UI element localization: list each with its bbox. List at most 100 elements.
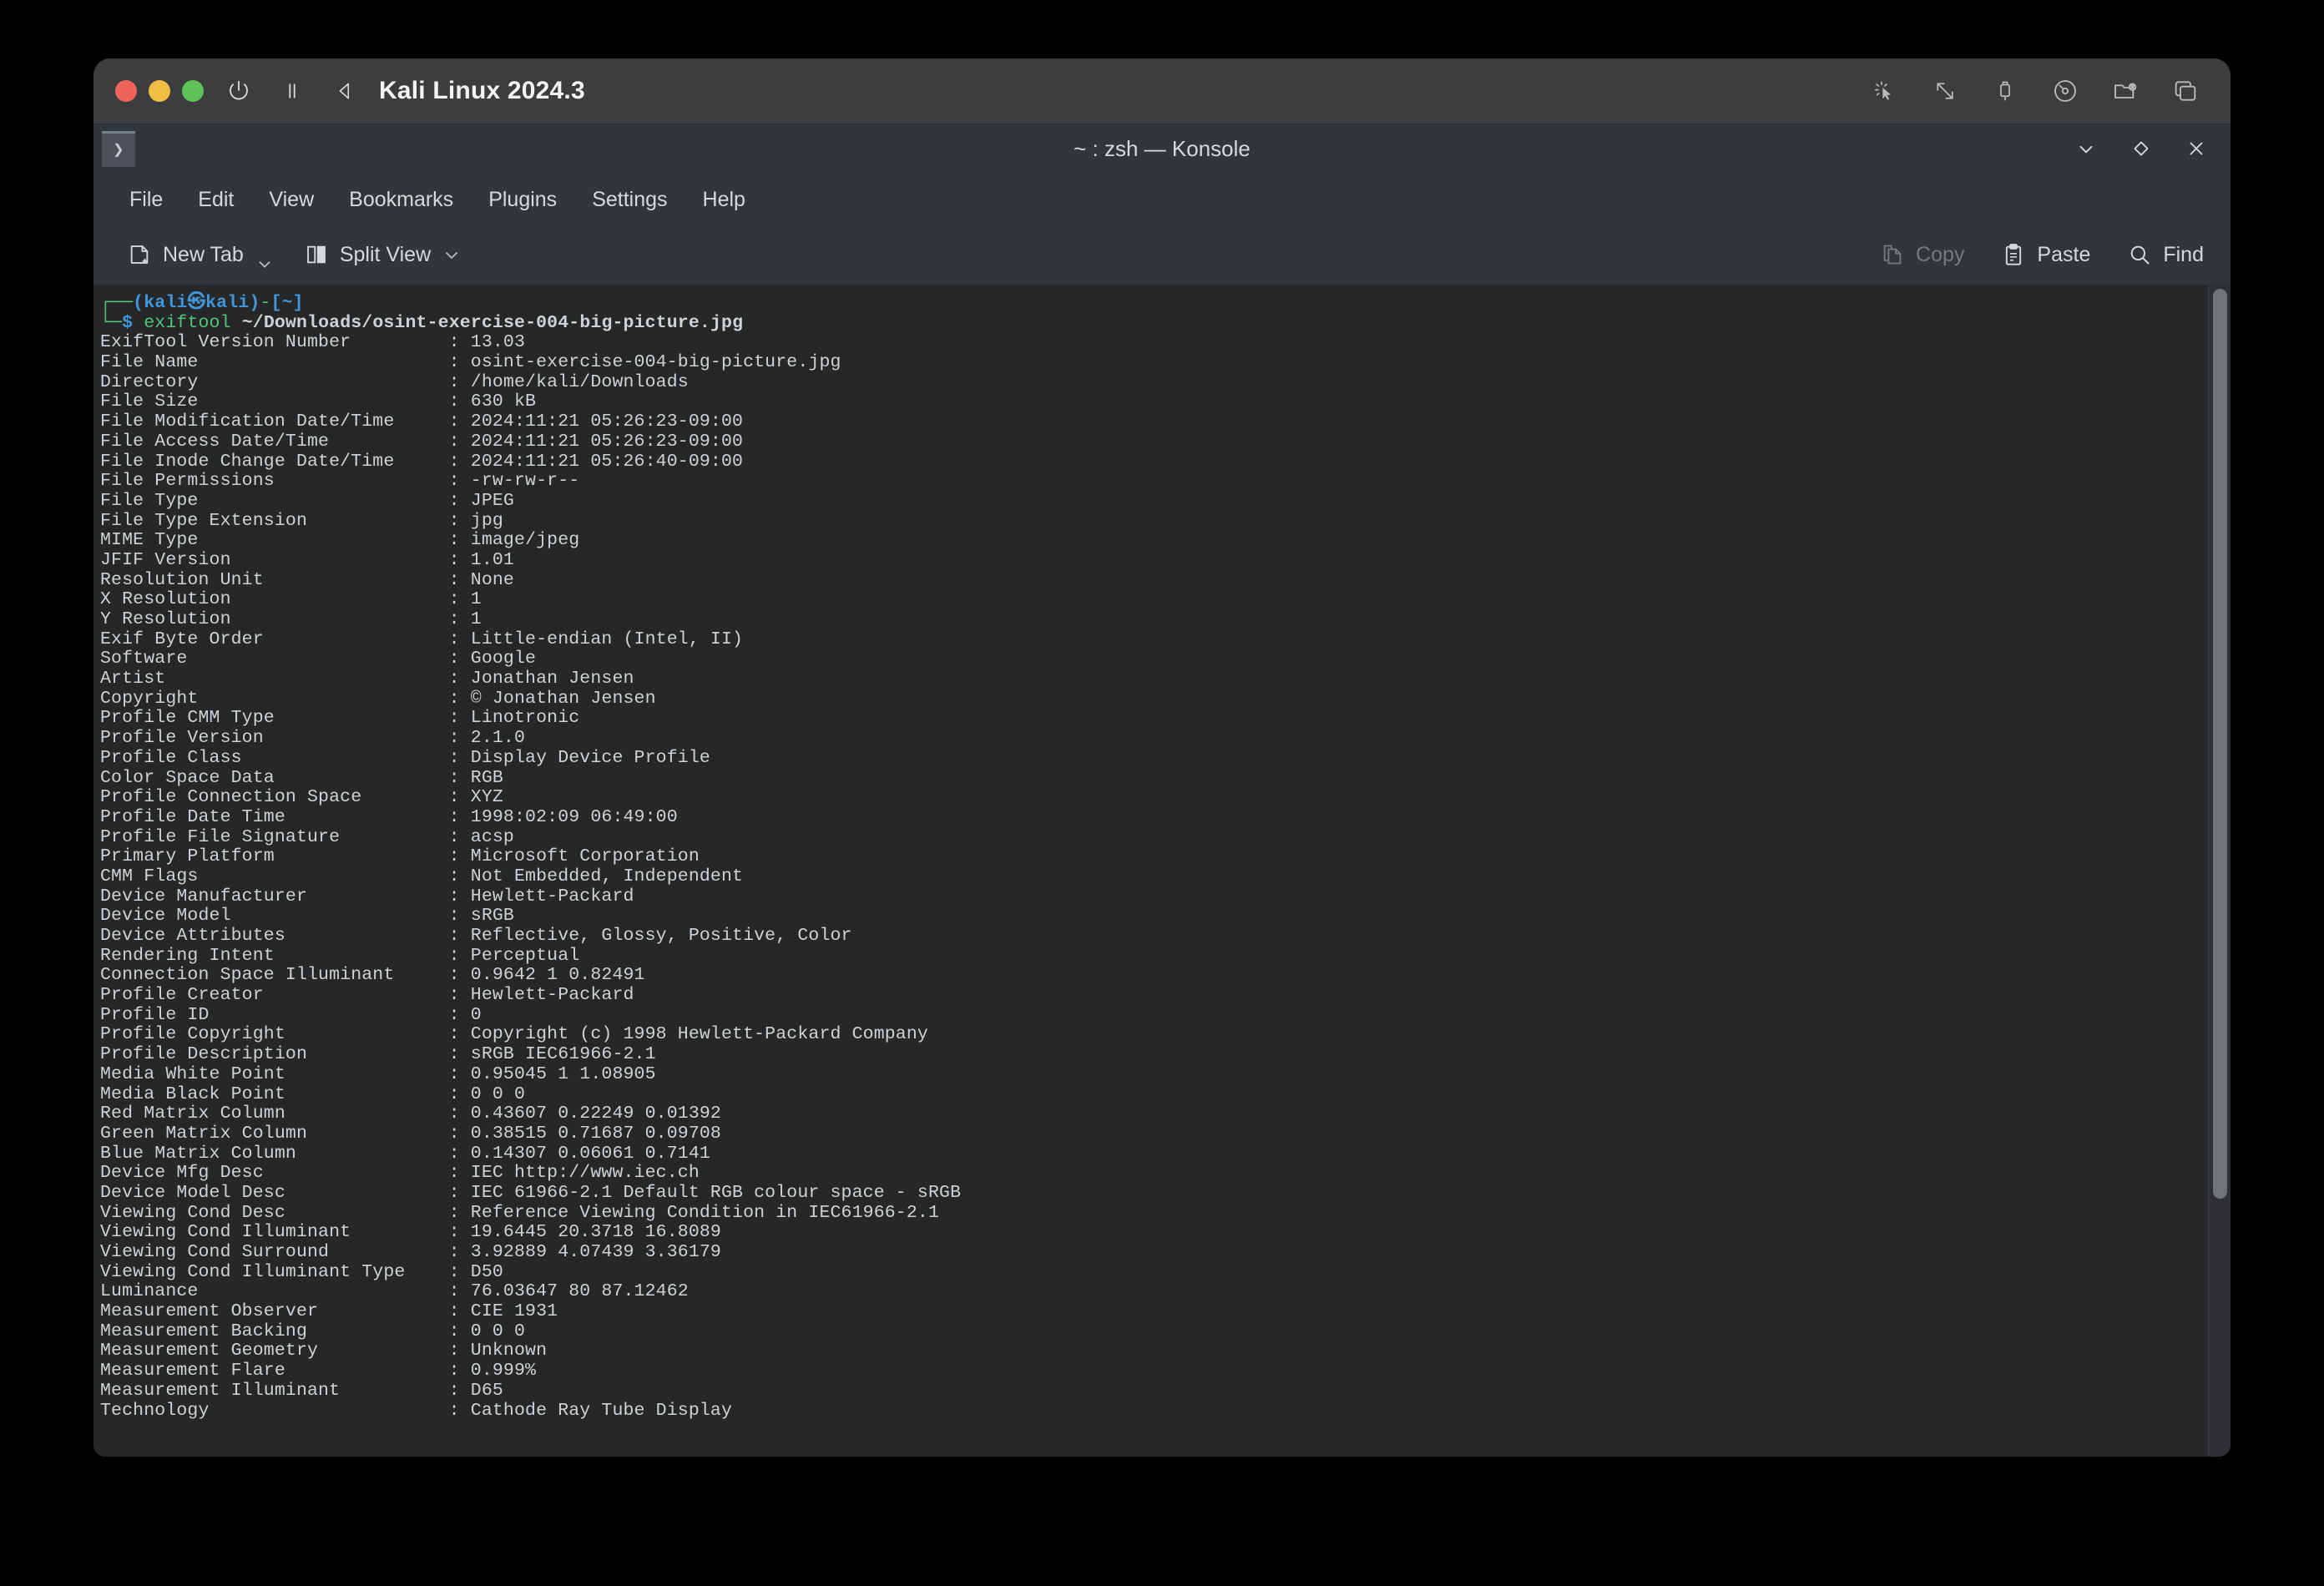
output-line: Y Resolution : 1 xyxy=(100,609,482,629)
output-line: File Type : JPEG xyxy=(100,490,514,511)
output-line: Measurement Flare : 0.999% xyxy=(100,1361,537,1381)
output-line: Device Attributes : Reflective, Glossy, … xyxy=(100,926,852,946)
find-button[interactable]: Find xyxy=(2119,236,2212,273)
vm-title: Kali Linux 2024.3 xyxy=(379,77,585,104)
split-view-dropdown-caret[interactable] xyxy=(439,242,464,267)
vm-maximize-button[interactable] xyxy=(182,80,204,102)
resize-diagonal-icon[interactable] xyxy=(1928,74,1962,108)
output-line: File Access Date/Time : 2024:11:21 05:26… xyxy=(100,431,744,452)
output-line: ExifTool Version Number : 13.03 xyxy=(100,332,526,353)
output-line: Measurement Illuminant : D65 xyxy=(100,1380,503,1401)
terminal-scrollbar-thumb[interactable] xyxy=(2213,289,2227,1199)
output-line: Device Model Desc : IEC 61966-2.1 Defaul… xyxy=(100,1182,962,1203)
shared-folder-icon[interactable] xyxy=(2109,74,2142,108)
windows-stack-icon[interactable] xyxy=(2169,74,2202,108)
prompt-line-1: ┌──(kali㉿kali)-[~] xyxy=(100,293,304,313)
output-line: Profile CMM Type : Linotronic xyxy=(100,708,580,729)
konsole-titlebar: ❯ ~ : zsh — Konsole xyxy=(93,124,2231,174)
terminal-area[interactable]: ┌──(kali㉿kali)-[~] └─$ exiftool ~/Downloa… xyxy=(93,285,2231,1457)
menu-file[interactable]: File xyxy=(112,181,180,219)
split-view-icon xyxy=(304,242,329,267)
output-line: Color Space Data : RGB xyxy=(100,767,503,788)
new-tab-icon xyxy=(127,242,152,267)
konsole-minimize-button[interactable] xyxy=(2072,134,2100,163)
pause-icon[interactable] xyxy=(274,73,311,109)
paste-button[interactable]: Paste xyxy=(1993,236,2099,273)
copy-button[interactable]: Copy xyxy=(1872,236,1973,273)
output-line: CMM Flags : Not Embedded, Independent xyxy=(100,866,744,886)
output-line: Technology : Cathode Ray Tube Display xyxy=(100,1400,733,1421)
new-tab-dropdown-caret[interactable] xyxy=(252,233,277,276)
usb-icon[interactable] xyxy=(1988,74,2022,108)
output-line: Blue Matrix Column : 0.14307 0.06061 0.7… xyxy=(100,1143,710,1164)
konsole-maximize-button[interactable] xyxy=(2127,134,2155,163)
output-line: Exif Byte Order : Little-endian (Intel, … xyxy=(100,629,744,649)
menu-view[interactable]: View xyxy=(251,181,331,219)
output-line: Connection Space Illuminant : 0.9642 1 0… xyxy=(100,965,645,986)
output-line: Profile Creator : Hewlett-Packard xyxy=(100,985,634,1006)
output-line: Directory : /home/kali/Downloads xyxy=(100,371,689,392)
menu-settings[interactable]: Settings xyxy=(574,181,685,219)
output-line: Profile Date Time : 1998:02:09 06:49:00 xyxy=(100,806,678,827)
menu-edit[interactable]: Edit xyxy=(180,181,251,219)
konsole-menubar: File Edit View Bookmarks Plugins Setting… xyxy=(93,174,2231,225)
paste-icon xyxy=(2001,242,2026,267)
menu-plugins[interactable]: Plugins xyxy=(471,181,574,219)
power-icon[interactable] xyxy=(220,73,257,109)
output-line: Green Matrix Column : 0.38515 0.71687 0.… xyxy=(100,1123,721,1144)
find-label: Find xyxy=(2163,242,2204,266)
output-line: File Size : 630 kB xyxy=(100,391,537,412)
new-tab-button[interactable]: New Tab xyxy=(119,236,252,273)
konsole-title: ~ : zsh — Konsole xyxy=(1074,136,1250,161)
pointer-sparkle-icon[interactable] xyxy=(1868,74,1902,108)
vm-toolbar-icons xyxy=(1868,58,2202,124)
output-line: Media Black Point : 0 0 0 xyxy=(100,1083,526,1104)
terminal-scrollbar[interactable] xyxy=(2208,285,2231,1457)
back-icon[interactable] xyxy=(327,73,364,109)
output-line: Profile Connection Space : XYZ xyxy=(100,787,503,808)
terminal-output[interactable]: ┌──(kali㉿kali)-[~] └─$ exiftool ~/Downloa… xyxy=(93,285,2208,1457)
output-line: File Name : osint-exercise-004-big-pictu… xyxy=(100,352,841,373)
split-view-button[interactable]: Split View xyxy=(296,236,439,273)
output-line: X Resolution : 1 xyxy=(100,589,482,610)
output-line: Device Model : sRGB xyxy=(100,906,514,927)
output-line: Profile ID : 0 xyxy=(100,1004,482,1025)
output-line: Viewing Cond Desc : Reference Viewing Co… xyxy=(100,1202,940,1223)
output-line: Viewing Cond Illuminant Type : D50 xyxy=(100,1261,503,1282)
output-line: Measurement Geometry : Unknown xyxy=(100,1341,548,1361)
output-line: MIME Type : image/jpeg xyxy=(100,530,580,551)
output-line: Artist : Jonathan Jensen xyxy=(100,669,634,689)
output-line: Red Matrix Column : 0.43607 0.22249 0.01… xyxy=(100,1104,721,1124)
output-line: File Permissions : -rw-rw-r-- xyxy=(100,471,580,492)
output-line: Viewing Cond Surround : 3.92889 4.07439 … xyxy=(100,1242,721,1262)
vm-window: Kali Linux 2024.3 ❯ ~: zsh — Konsole Fi… xyxy=(93,58,2231,1457)
konsole-window-controls xyxy=(2072,124,2210,173)
vm-titlebar: Kali Linux 2024.3 xyxy=(93,58,2231,124)
menu-help[interactable]: Help xyxy=(685,181,763,219)
new-tab-label: New Tab xyxy=(163,242,244,266)
output-line: Software : Google xyxy=(100,649,537,669)
output-line: Primary Platform : Microsoft Corporation xyxy=(100,846,700,867)
disc-icon[interactable] xyxy=(2049,74,2082,108)
output-line: Profile File Signature : acsp xyxy=(100,826,514,847)
output-line: File Type Extension : jpg xyxy=(100,510,503,531)
menu-bookmarks[interactable]: Bookmarks xyxy=(331,181,471,219)
vm-close-button[interactable] xyxy=(115,80,137,102)
output-line: Profile Version : 2.1.0 xyxy=(100,728,526,749)
output-line: Profile Description : sRGB IEC61966-2.1 xyxy=(100,1044,656,1065)
output-line: Measurement Observer : CIE 1931 xyxy=(100,1301,558,1322)
vm-minimize-button[interactable] xyxy=(149,80,170,102)
output-line: Luminance : 76.03647 80 87.12462 xyxy=(100,1281,689,1302)
output-line: Rendering Intent : Perceptual xyxy=(100,945,580,966)
output-line: File Modification Date/Time : 2024:11:21… xyxy=(100,412,744,432)
output-line: Resolution Unit : None xyxy=(100,569,514,590)
split-view-label: Split View xyxy=(339,242,432,266)
konsole-window: ❯ ~ : zsh — Konsole File Edit View Bookm… xyxy=(93,124,2231,1457)
prompt-line-2: └─$ exiftool ~/Downloads/osint-exercise-… xyxy=(100,312,744,333)
output-line: Profile Class : Display Device Profile xyxy=(100,747,710,768)
output-line: JFIF Version : 1.01 xyxy=(100,549,514,570)
copy-label: Copy xyxy=(1916,242,1965,266)
output-line: File Inode Change Date/Time : 2024:11:21… xyxy=(100,451,744,472)
output-line: Profile Copyright : Copyright (c) 1998 H… xyxy=(100,1024,928,1045)
konsole-close-button[interactable] xyxy=(2182,134,2210,163)
